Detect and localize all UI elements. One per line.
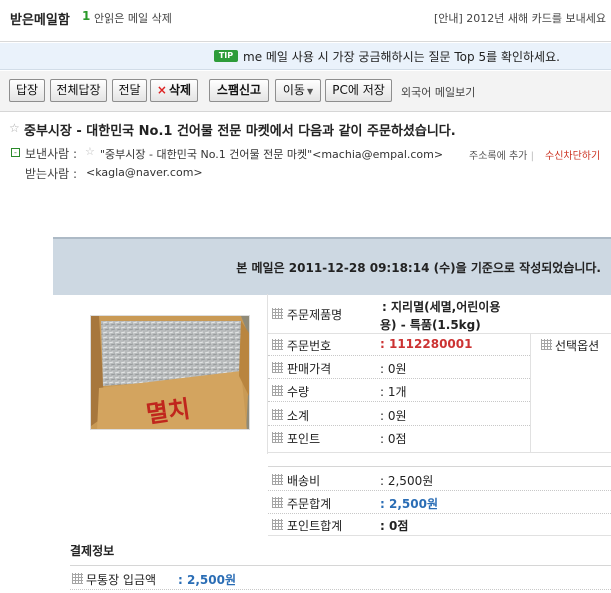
row-icon	[272, 362, 283, 373]
label-quantity: 수량	[287, 385, 310, 399]
row-icon	[272, 432, 283, 443]
order-header-text: 본 메일은 2011-12-28 09:18:14 (수)을 기준으로 작성되었…	[236, 261, 601, 275]
reply-button[interactable]: 답장	[9, 79, 45, 102]
value-order-number: : 1112280001	[380, 337, 473, 351]
add-to-contacts-label: 주소록에 추가	[469, 151, 528, 162]
save-to-pc-button[interactable]: PC에 저장	[325, 79, 392, 102]
value-points: : 0점	[380, 432, 407, 446]
row-icon	[272, 409, 283, 420]
delete-label: 삭제	[168, 83, 192, 97]
delete-icon: ×	[156, 83, 167, 97]
value-product-name: : 지리멸(세멸,어린이용	[382, 300, 501, 314]
delete-button[interactable]: × 삭제	[150, 79, 198, 102]
product-box-label: 멸치	[144, 394, 192, 429]
move-button[interactable]: 이동 ▼	[275, 79, 321, 102]
row-icon	[272, 497, 283, 508]
mailbox-title[interactable]: 받은메일함	[10, 9, 70, 28]
label-selected-option: 선택옵션	[555, 339, 600, 353]
value-subtotal: : 0원	[380, 409, 407, 423]
row-icon	[272, 474, 283, 485]
foreign-language-view-link[interactable]: 외국어 메일보기	[401, 84, 475, 100]
label-bank-deposit: 무통장 입금액	[86, 573, 157, 587]
label-order-total: 주문합계	[287, 497, 332, 511]
forward-button[interactable]: 전달	[112, 79, 147, 102]
tip-badge: TIP	[214, 50, 238, 62]
row-icon	[272, 519, 283, 530]
row-icon	[541, 339, 552, 350]
delete-unread-link[interactable]: 안읽은 메일 삭제	[94, 10, 172, 26]
spam-report-button[interactable]: 스팸신고	[209, 79, 269, 102]
label-points-total: 포인트합계	[287, 519, 343, 533]
mail-subject: 중부시장 - 대한민국 No.1 건어물 전문 마켓에서 다음과 같이 주문하셨…	[24, 124, 456, 139]
add-to-contacts-link[interactable]: 주소록에 추가 |	[469, 147, 534, 162]
block-sender-link[interactable]: 수신차단하기	[545, 147, 600, 162]
to-label: 받는사람 :	[25, 167, 78, 181]
value-order-total: : 2,500원	[380, 497, 438, 511]
label-points: 포인트	[287, 432, 321, 446]
from-label: 보낸사람 :	[25, 147, 78, 161]
value-quantity: : 1개	[380, 385, 407, 399]
row-icon	[272, 385, 283, 396]
row-icon	[272, 339, 283, 350]
row-icon	[272, 308, 283, 319]
label-subtotal: 소계	[287, 409, 310, 423]
label-shipping: 배송비	[287, 474, 321, 488]
value-price: : 0원	[380, 362, 407, 376]
separator: |	[530, 151, 534, 162]
label-order-number: 주문번호	[287, 339, 332, 353]
row-icon	[72, 573, 83, 584]
value-product-name-line2: 용) - 특품(1.5kg)	[380, 318, 481, 332]
star-icon[interactable]: ☆	[9, 121, 20, 135]
tip-link[interactable]: me 메일 사용 시 가장 궁금해하시는 질문 Top 5를 확인하세요.	[243, 48, 560, 65]
value-points-total: : 0점	[380, 519, 409, 533]
value-bank-deposit: : 2,500원	[178, 573, 236, 587]
move-label: 이동	[282, 83, 305, 97]
sender-star-icon[interactable]: ☆	[85, 145, 95, 158]
payment-section-title: 결제정보	[70, 544, 115, 558]
sender-address[interactable]: "중부시장 - 대한민국 No.1 건어물 전문 마켓"<machia@empa…	[100, 146, 443, 162]
notice-link[interactable]: [안내] 2012년 새해 카드를 보내세요	[434, 10, 606, 26]
reply-all-button[interactable]: 전체답장	[50, 79, 107, 102]
recipient-address[interactable]: <kagla@naver.com>	[86, 166, 203, 179]
label-price: 판매가격	[287, 362, 332, 376]
chevron-down-icon: ▼	[306, 87, 314, 96]
label-product-name: 주문제품명	[287, 308, 343, 322]
unread-count[interactable]: 1	[82, 9, 90, 23]
product-image: 멸치	[90, 315, 250, 430]
value-shipping: : 2,500원	[380, 474, 434, 488]
collapse-icon[interactable]: -	[11, 148, 20, 157]
